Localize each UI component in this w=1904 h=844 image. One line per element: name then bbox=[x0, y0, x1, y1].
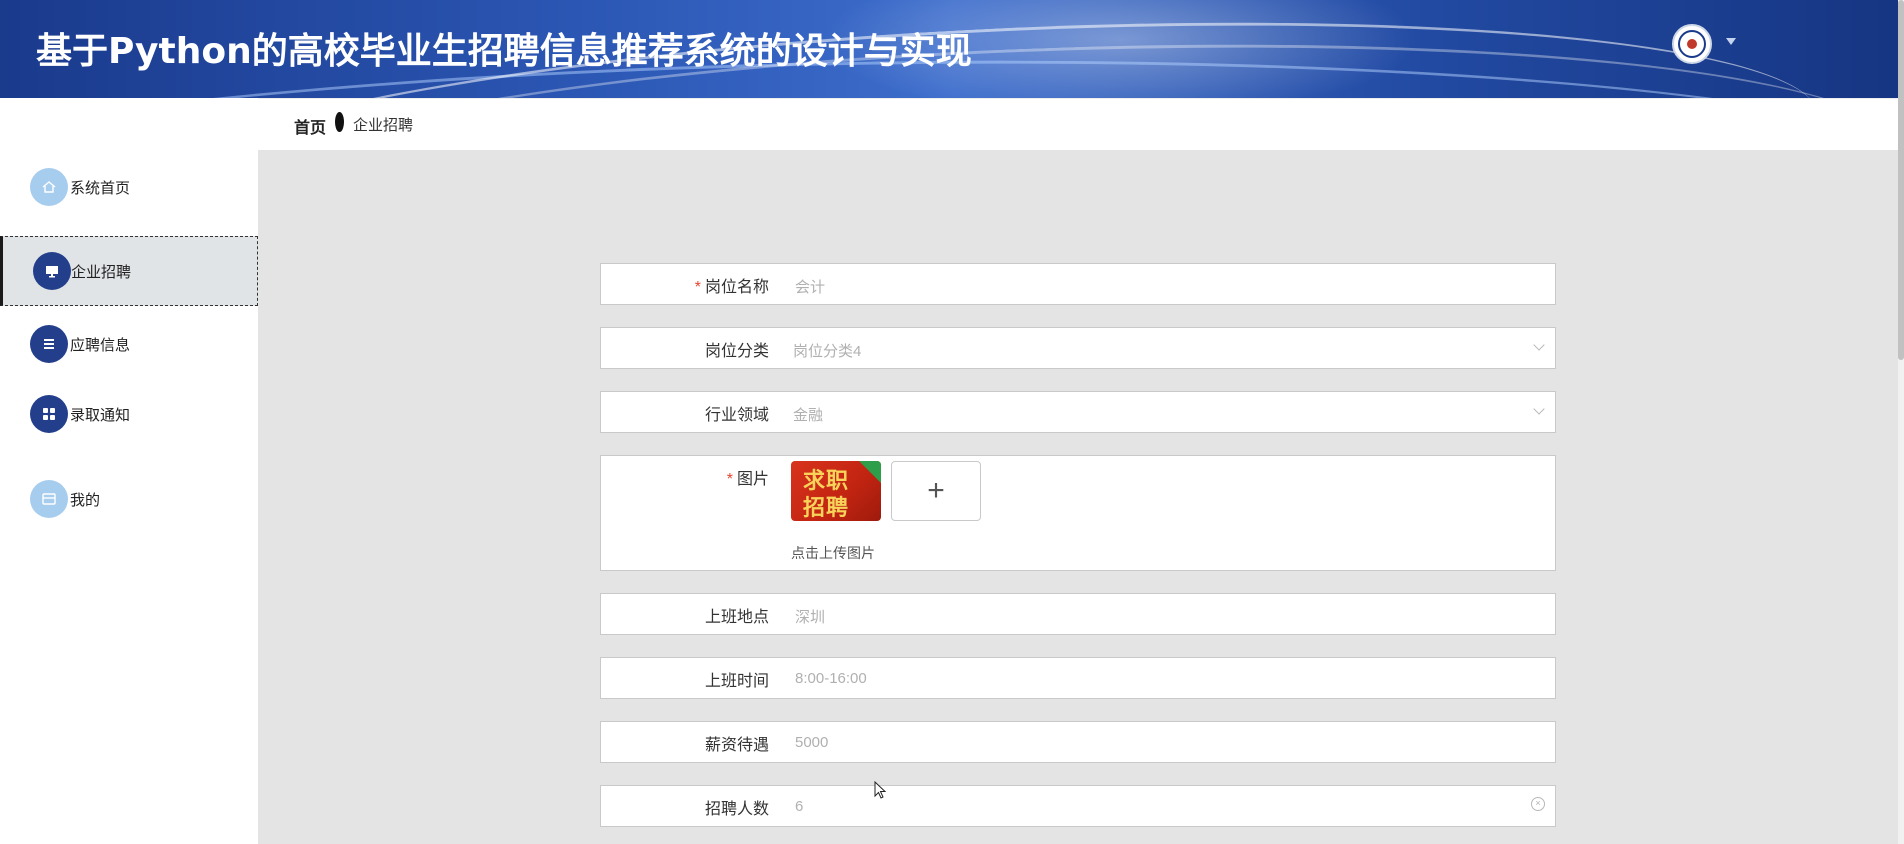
field-label: 招聘人数 bbox=[704, 801, 769, 818]
form-row-image: * 图片 求职 招聘 + 点击上传图片 bbox=[600, 455, 1556, 571]
user-avatar[interactable] bbox=[1672, 24, 1712, 64]
scrollbar-thumb[interactable] bbox=[1898, 0, 1904, 360]
list-icon bbox=[30, 325, 68, 363]
salary-input[interactable]: 5000 bbox=[795, 734, 828, 751]
plus-icon: + bbox=[927, 474, 945, 507]
card-icon bbox=[30, 480, 68, 518]
uploaded-image-thumbnail[interactable]: 求职 招聘 bbox=[791, 461, 881, 521]
sidebar-item-label: 应聘信息 bbox=[70, 336, 131, 354]
sidebar-item-home[interactable]: 系统首页 bbox=[0, 152, 258, 222]
breadcrumb: 首页 企业招聘 bbox=[258, 98, 1898, 150]
sidebar-item-mine[interactable]: 我的 bbox=[0, 464, 258, 534]
required-star: * bbox=[694, 279, 701, 296]
work-time-input[interactable]: 8:00-16:00 bbox=[795, 670, 867, 687]
sidebar-item-label: 企业招聘 bbox=[71, 263, 132, 281]
upload-hint: 点击上传图片 bbox=[791, 545, 875, 561]
thumbnail-corner bbox=[859, 461, 881, 483]
form-row-headcount: 招聘人数 6 × bbox=[600, 785, 1556, 827]
sidebar-item-applications[interactable]: 应聘信息 bbox=[0, 309, 258, 379]
field-label: * 岗位名称 bbox=[694, 279, 769, 296]
form-row-job-name: * 岗位名称 会计 bbox=[600, 263, 1556, 305]
header-banner: 基于Python的高校毕业生招聘信息推荐系统的设计与实现 bbox=[0, 0, 1904, 98]
chevron-down-icon[interactable] bbox=[1533, 403, 1545, 415]
sidebar-item-label: 我的 bbox=[70, 491, 101, 509]
page-scrollbar[interactable] bbox=[1898, 0, 1904, 844]
form-row-salary: 薪资待遇 5000 bbox=[600, 721, 1556, 763]
required-star: * bbox=[726, 471, 733, 488]
field-label: * 图片 bbox=[726, 471, 769, 488]
app-title: 基于Python的高校毕业生招聘信息推荐系统的设计与实现 bbox=[36, 31, 972, 72]
sidebar-item-label: 录取通知 bbox=[70, 406, 131, 424]
sidebar-item-recruitment[interactable]: 企业招聘 bbox=[0, 236, 258, 306]
sidebar: 系统首页 企业招聘 应聘信息 录取通知 我的 bbox=[0, 98, 258, 844]
field-label: 薪资待遇 bbox=[704, 737, 769, 754]
breadcrumb-current: 企业招聘 bbox=[353, 117, 414, 134]
sidebar-item-label: 系统首页 bbox=[70, 179, 131, 197]
breadcrumb-separator-icon bbox=[335, 112, 344, 132]
breadcrumb-home-link[interactable]: 首页 bbox=[294, 114, 326, 138]
thumbnail-text: 招聘 bbox=[803, 496, 850, 521]
upload-add-button[interactable]: + bbox=[891, 461, 981, 521]
grid-icon bbox=[30, 395, 68, 433]
field-label: 岗位分类 bbox=[704, 343, 769, 360]
chevron-down-icon[interactable] bbox=[1533, 339, 1545, 351]
field-label: 行业领域 bbox=[704, 407, 769, 424]
field-label: 上班地点 bbox=[704, 609, 769, 626]
sidebar-item-admission-notice[interactable]: 录取通知 bbox=[0, 379, 258, 449]
clear-icon[interactable]: × bbox=[1531, 797, 1545, 811]
form-row-location: 上班地点 深圳 bbox=[600, 593, 1556, 635]
industry-select[interactable]: 金融 bbox=[793, 404, 823, 425]
monitor-icon bbox=[33, 252, 71, 290]
location-input[interactable]: 深圳 bbox=[795, 606, 825, 627]
avatar-emblem-icon bbox=[1678, 30, 1706, 58]
field-label: 上班时间 bbox=[704, 673, 769, 690]
headcount-input[interactable]: 6 bbox=[795, 798, 803, 815]
chevron-down-icon[interactable] bbox=[1726, 38, 1736, 45]
job-category-select[interactable]: 岗位分类4 bbox=[793, 340, 861, 361]
job-name-input[interactable]: 会计 bbox=[795, 276, 825, 297]
main-content: * 岗位名称 会计 岗位分类 岗位分类4 行业领域 金融 * 图片 求职 招聘 + … bbox=[258, 150, 1898, 844]
home-icon bbox=[30, 168, 68, 206]
form-row-job-category: 岗位分类 岗位分类4 bbox=[600, 327, 1556, 369]
form-row-industry: 行业领域 金融 bbox=[600, 391, 1556, 433]
form-row-work-time: 上班时间 8:00-16:00 bbox=[600, 657, 1556, 699]
